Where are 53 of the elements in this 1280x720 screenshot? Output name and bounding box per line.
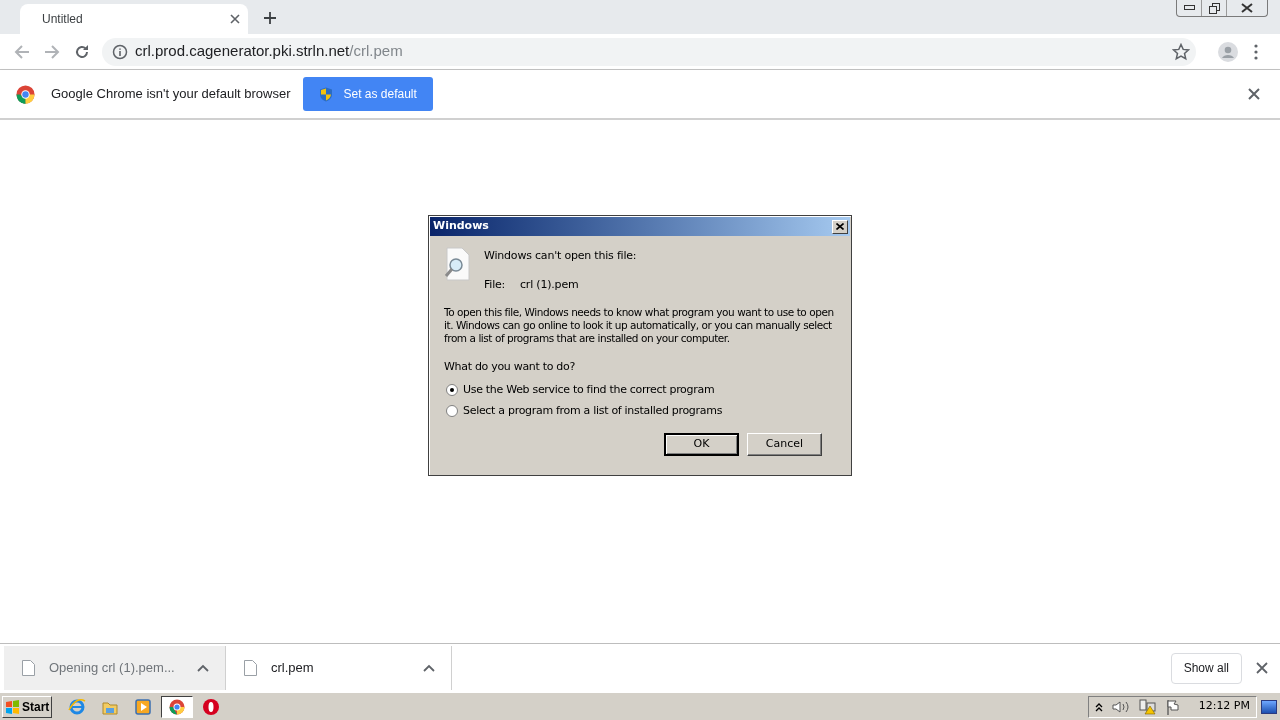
close-icon [1241,3,1253,13]
chrome-icon [168,697,187,716]
forward-arrow-icon [44,43,60,60]
close-icon [836,223,844,230]
default-browser-message: Google Chrome isn't your default browser [51,85,291,104]
dialog-title: Windows [433,218,489,235]
shield-icon [319,86,334,102]
document-magnifier-icon [443,247,471,281]
file-name: crl (1).pem [520,276,579,293]
plus-icon [263,11,277,25]
caret-icon[interactable] [197,664,209,672]
radio-button[interactable] [446,383,458,396]
bookmark-star-icon[interactable] [1172,42,1190,61]
file-label: File: [484,276,507,293]
close-download-bar-button[interactable] [1254,660,1270,676]
browser-tab[interactable]: Untitled [20,4,248,34]
set-as-default-button[interactable]: Set as default [303,77,433,111]
speaker-icon[interactable] [1111,699,1130,714]
network-warning-icon[interactable] [1138,698,1157,715]
url-text: crl.prod.cagenerator.pki.strln.net/crl.pem [135,41,403,62]
show-hidden-icons-icon[interactable] [1094,701,1103,712]
internet-explorer-icon [68,697,87,716]
info-icon[interactable] [112,43,128,60]
download-item[interactable]: Opening crl (1).pem... [4,646,226,690]
dialog-heading: Windows can't open this file: [484,248,637,264]
dialog-close-button[interactable] [832,219,848,234]
chrome-logo-icon [16,84,35,104]
caret-icon[interactable] [423,664,435,672]
close-tab-icon[interactable] [230,14,240,24]
file-icon [22,660,35,676]
menu-icon[interactable] [1254,43,1258,60]
address-bar[interactable]: crl.prod.cagenerator.pki.strln.net/crl.pem [102,37,1196,66]
file-icon [244,660,257,676]
profile-avatar-icon[interactable] [1218,41,1238,62]
show-all-button[interactable]: Show all [1170,652,1242,684]
clock[interactable]: 12:12 PM [1198,698,1250,715]
reload-icon [74,43,90,60]
radio-option[interactable]: Select a program from a list of installed programs [444,404,836,417]
show-desktop-button[interactable] [1261,699,1277,714]
media-player-icon [134,697,153,716]
radio-button[interactable] [446,404,458,417]
radio-option[interactable]: Use the Web service to find the correct program [444,383,836,396]
back-arrow-icon [14,43,30,60]
taskbar-button[interactable] [161,695,194,718]
flag-icon[interactable] [1165,698,1182,715]
opera-icon [202,697,221,716]
dialog-button[interactable]: Cancel [747,433,822,456]
minimize-icon [1183,5,1195,11]
windows-logo-icon [5,699,20,714]
dialog-question: What do you want to do? [444,360,577,373]
dialog-body-text: To open this file, Windows needs to know what program you want to use to open it. Windows can go online to look it up automatically, or you can manually select from a list of programs that are installed on your computer. [444,306,835,345]
start-button[interactable]: Start [2,695,53,718]
dialog-button[interactable]: OK [664,433,739,456]
